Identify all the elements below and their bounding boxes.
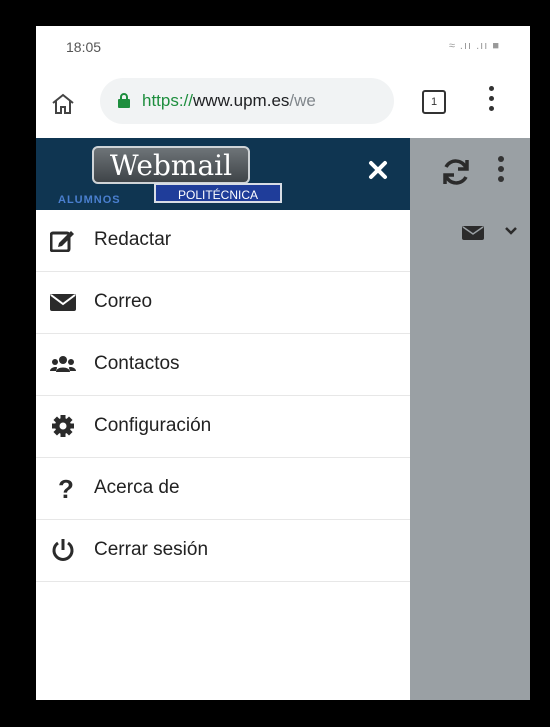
menu-label-contactos: Contactos bbox=[94, 353, 180, 374]
browser-menu-icon[interactable] bbox=[486, 86, 496, 114]
envelope-icon[interactable] bbox=[462, 226, 484, 240]
menu-label-redactar: Redactar bbox=[94, 229, 172, 250]
url-path: /we bbox=[289, 91, 316, 110]
lock-icon bbox=[118, 93, 130, 108]
menu-item-configuracion[interactable]: Configuración bbox=[36, 396, 410, 458]
status-icons: ≈ .ıı .ıı ■ bbox=[448, 40, 500, 52]
menu-label-correo: Correo bbox=[94, 291, 153, 312]
svg-text:?: ? bbox=[58, 476, 74, 500]
menu-item-correo[interactable]: Correo bbox=[36, 272, 410, 334]
phone-screen: 18:05 ≈ .ıı .ıı ■ https://www.upm.es/we … bbox=[36, 26, 530, 700]
drawer-menu: Redactar Correo Contactos Configuración … bbox=[36, 210, 410, 582]
url-host: www.upm.es bbox=[193, 91, 290, 110]
webmail-logo: Webmail bbox=[92, 146, 250, 184]
menu-item-contactos[interactable]: Contactos bbox=[36, 334, 410, 396]
home-icon[interactable] bbox=[50, 92, 76, 116]
menu-item-cerrar-sesion[interactable]: Cerrar sesión bbox=[36, 520, 410, 582]
url-text[interactable]: https://www.upm.es/we bbox=[142, 91, 388, 111]
compose-icon bbox=[50, 231, 74, 252]
address-bar[interactable]: https://www.upm.es/we bbox=[100, 78, 394, 124]
refresh-icon[interactable] bbox=[440, 156, 472, 188]
menu-label-acerca: Acerca de bbox=[94, 477, 180, 498]
logo-politecnica: POLITÉCNICA bbox=[154, 183, 282, 203]
browser-toolbar: https://www.upm.es/we 1 bbox=[36, 68, 530, 138]
menu-label-cerrar-sesion: Cerrar sesión bbox=[94, 539, 209, 560]
close-icon[interactable] bbox=[368, 160, 388, 180]
tab-switcher-button[interactable]: 1 bbox=[422, 90, 446, 114]
menu-label-configuracion: Configuración bbox=[94, 415, 212, 436]
logo-alumnos: ALUMNOS bbox=[58, 194, 121, 206]
url-scheme: https:// bbox=[142, 91, 194, 110]
app-menu-icon[interactable] bbox=[496, 156, 506, 188]
question-icon: ? bbox=[58, 476, 74, 500]
users-icon bbox=[50, 356, 76, 372]
navigation-drawer: Webmail ALUMNOS POLITÉCNICA Redactar Cor… bbox=[36, 138, 410, 700]
menu-item-acerca[interactable]: ? Acerca de bbox=[36, 458, 410, 520]
envelope-icon bbox=[50, 294, 76, 311]
status-time: 18:05 bbox=[66, 39, 102, 55]
gear-icon bbox=[52, 415, 74, 437]
status-bar: 18:05 ≈ .ıı .ıı ■ bbox=[36, 26, 530, 68]
power-icon bbox=[52, 539, 74, 561]
drawer-header: Webmail ALUMNOS POLITÉCNICA bbox=[36, 138, 410, 210]
chevron-down-icon[interactable] bbox=[504, 224, 518, 238]
menu-item-redactar[interactable]: Redactar bbox=[36, 210, 410, 272]
content-overlay[interactable] bbox=[410, 210, 530, 700]
